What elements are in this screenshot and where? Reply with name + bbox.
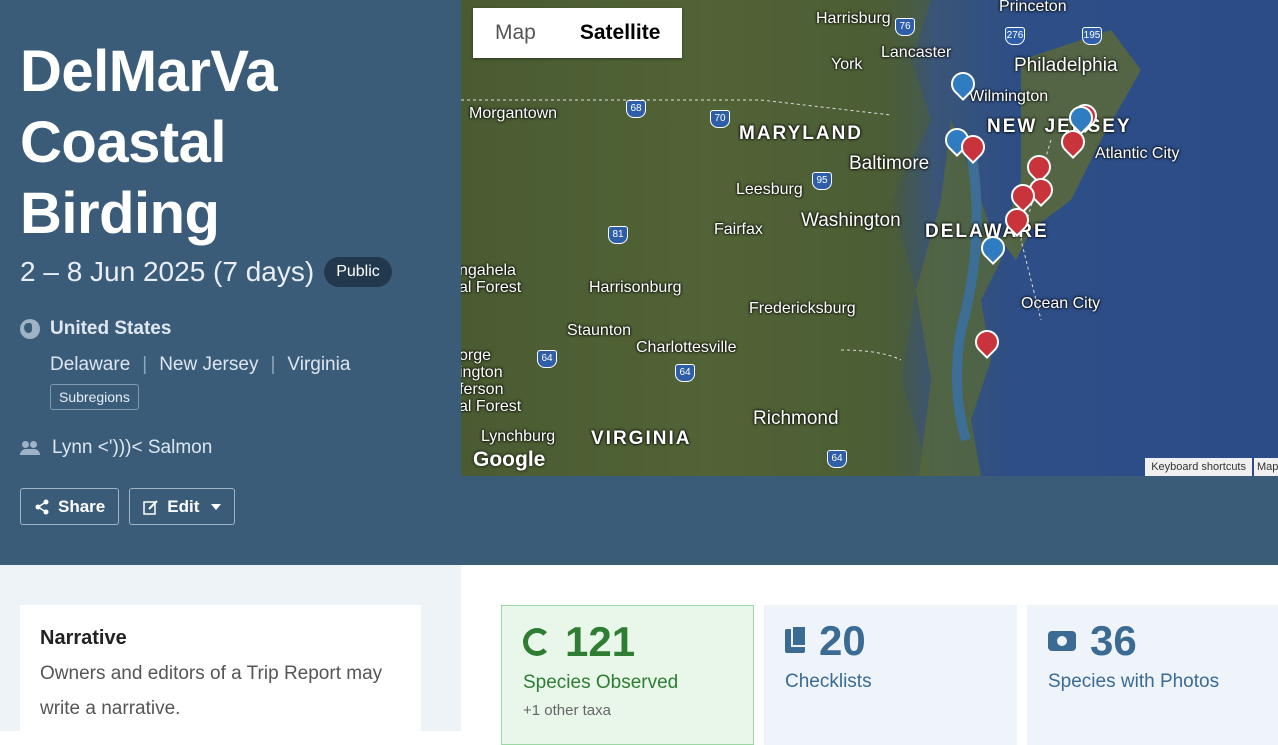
divider: | xyxy=(142,354,148,375)
title-line: Coastal xyxy=(20,110,227,175)
google-logo: Google xyxy=(473,448,546,471)
map-label: Morgantown xyxy=(469,105,558,122)
highway-shield: 95 xyxy=(812,172,832,190)
highway-shield: 64 xyxy=(827,450,847,468)
map-label: Richmond xyxy=(753,408,839,429)
highway-shield: 76 xyxy=(895,18,915,36)
stat-label: Species with Photos xyxy=(1048,671,1220,692)
keyboard-shortcuts-link[interactable]: Keyboard shortcuts xyxy=(1145,458,1252,476)
stat-value: 121 xyxy=(565,618,636,665)
owner-name: Lynn <')))< Salmon xyxy=(52,437,213,458)
map-type-toggle: Map Satellite xyxy=(473,8,683,58)
edit-icon xyxy=(143,499,158,515)
people-icon xyxy=(20,441,40,455)
share-label: Share xyxy=(58,496,106,516)
map-label: Harrisonburg xyxy=(589,279,682,296)
narrative-text: Owners and editors of a Trip Report may … xyxy=(40,663,383,719)
location: United States Delaware | New Jersey | Vi… xyxy=(20,318,350,410)
trip-dates: 2 – 8 Jun 2025 (7 days) xyxy=(20,256,315,287)
map-label: Washington xyxy=(801,210,901,231)
map-data-link[interactable]: Map xyxy=(1254,458,1278,476)
map-label: orge ington ferson al Forest xyxy=(461,347,522,415)
map-label: Fairfax xyxy=(714,221,763,238)
map-label: Atlantic City xyxy=(1095,145,1180,162)
map-label: Baltimore xyxy=(849,153,930,174)
stat-species-observed[interactable]: 121 Species Observed +1 other taxa xyxy=(501,605,754,745)
region-link-new-jersey[interactable]: New Jersey xyxy=(159,354,258,376)
highway-shield: 64 xyxy=(675,364,695,382)
country-link[interactable]: United States xyxy=(50,318,171,340)
map-label: York xyxy=(831,56,863,73)
page-title: DelMarVa Coastal Birding xyxy=(20,36,440,249)
title-line: Birding xyxy=(20,181,220,246)
edit-button[interactable]: Edit xyxy=(129,488,236,525)
map-label: Fredericksburg xyxy=(749,300,856,317)
map-view-button[interactable]: Map xyxy=(473,8,558,58)
map-label: MARYLAND xyxy=(739,123,864,144)
trip-header: DelMarVa Coastal Birding 2 – 8 Jun 2025 … xyxy=(0,0,1278,565)
region-link-delaware[interactable]: Delaware xyxy=(50,354,130,376)
title-line: DelMarVa xyxy=(20,39,278,104)
trip-map[interactable]: Harrisburg Princeton Lancaster York Phil… xyxy=(461,0,1278,476)
map-label: VIRGINIA xyxy=(591,428,692,449)
map-label: Charlottesville xyxy=(636,339,737,356)
divider: | xyxy=(270,354,276,375)
stat-sub: +1 other taxa xyxy=(523,702,611,719)
map-label: Lancaster xyxy=(881,44,952,61)
visibility-badge: Public xyxy=(324,257,392,287)
highway-shield: 70 xyxy=(710,110,730,128)
highway-shield: 68 xyxy=(626,100,646,118)
summary-section: Narrative Owners and editors of a Trip R… xyxy=(0,565,1278,745)
edit-label: Edit xyxy=(167,496,200,516)
region-link-virginia[interactable]: Virginia xyxy=(287,354,350,376)
species-icon xyxy=(523,628,551,656)
satellite-view-button[interactable]: Satellite xyxy=(557,8,683,58)
region-list: Delaware | New Jersey | Virginia xyxy=(50,354,350,376)
camera-icon xyxy=(1048,631,1076,651)
map-label: ngahela al Forest xyxy=(461,262,522,296)
dates-row: 2 – 8 Jun 2025 (7 days) Public xyxy=(20,256,392,288)
highway-shield: 195 xyxy=(1082,27,1102,45)
owner-row: Lynn <')))< Salmon xyxy=(20,437,212,459)
map-label: Princeton xyxy=(999,0,1067,15)
narrative-card: Narrative Owners and editors of a Trip R… xyxy=(20,605,421,745)
share-icon xyxy=(35,499,49,514)
stat-species-photos[interactable]: 36 Species with Photos xyxy=(1027,605,1278,745)
stat-label: Checklists xyxy=(785,671,872,692)
map-label: Harrisburg xyxy=(816,10,891,27)
subregions-button[interactable]: Subregions xyxy=(50,384,139,410)
stat-checklists[interactable]: 20 Checklists xyxy=(764,605,1017,745)
checklist-icon xyxy=(785,625,807,653)
map-terrain xyxy=(461,0,1141,476)
map-label: Philadelphia xyxy=(1014,55,1118,76)
map-label: Staunton xyxy=(567,322,632,339)
stat-value: 20 xyxy=(819,617,866,664)
map-label: NEW JERSEY xyxy=(987,116,1132,137)
map-label: Leesburg xyxy=(736,181,803,198)
map-label: Lynchburg xyxy=(481,428,556,445)
globe-icon xyxy=(20,319,40,339)
share-button[interactable]: Share xyxy=(20,488,120,525)
highway-shield: 64 xyxy=(537,350,557,368)
action-buttons: Share Edit xyxy=(20,488,236,525)
map-label: Ocean City xyxy=(1021,295,1101,312)
narrative-heading: Narrative xyxy=(40,627,127,649)
highway-shield: 276 xyxy=(1005,27,1025,45)
stat-value: 36 xyxy=(1090,617,1137,664)
highway-shield: 81 xyxy=(608,226,628,244)
map-label: Wilmington xyxy=(969,88,1049,105)
chevron-down-icon xyxy=(211,503,222,510)
stat-label: Species Observed xyxy=(523,672,679,693)
